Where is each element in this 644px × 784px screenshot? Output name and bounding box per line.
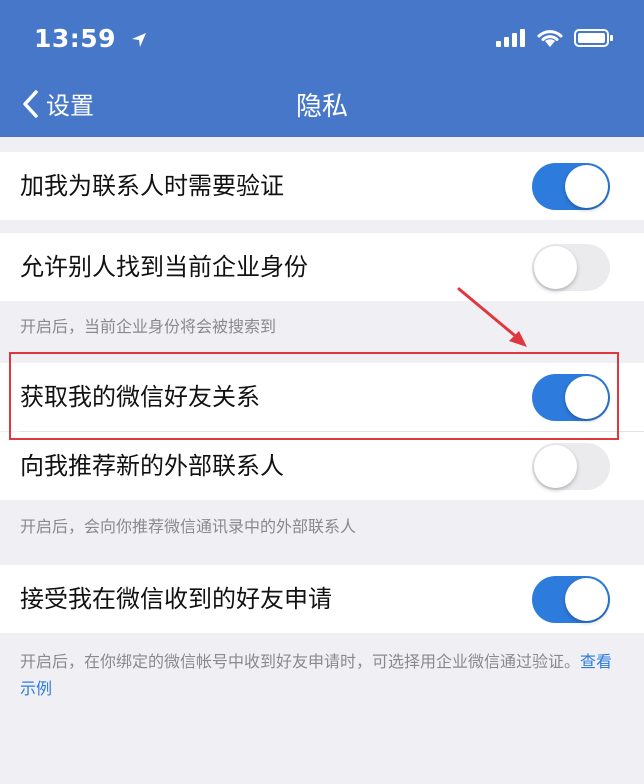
setting-label: 加我为联系人时需要验证	[20, 172, 284, 200]
setting-label: 允许别人找到当前企业身份	[20, 253, 308, 281]
status-time-text: 13:59	[34, 24, 117, 53]
toggle-knob	[565, 165, 608, 208]
setting-row-friend-requests: 接受我在微信收到的好友申请	[0, 565, 644, 633]
cellular-signal-icon	[496, 29, 525, 47]
recommend-contacts-toggle[interactable]	[532, 443, 610, 490]
setting-label: 接受我在微信收到的好友申请	[20, 585, 332, 613]
toggle-knob	[534, 246, 577, 289]
status-time: 13:59	[34, 24, 147, 53]
battery-icon	[574, 29, 613, 47]
red-arrow-icon	[457, 287, 527, 347]
friend-requests-toggle[interactable]	[532, 576, 610, 623]
location-arrow-icon	[132, 33, 147, 47]
status-icons	[496, 28, 614, 48]
setting-row-verify-contact: 加我为联系人时需要验证	[0, 152, 644, 220]
verify-contact-toggle[interactable]	[532, 163, 610, 210]
toggle-knob	[534, 445, 577, 488]
recommend-note: 开启后，会向你推荐微信通讯录中的外部联系人	[20, 517, 357, 536]
enterprise-identity-note: 开启后，当前企业身份将会被搜索到	[20, 317, 277, 336]
setting-label: 向我推荐新的外部联系人	[20, 452, 284, 480]
friend-request-note-text: 开启后，在你绑定的微信帐号中收到好友申请时，可选择用企业微信通过验证。	[20, 652, 581, 671]
find-enterprise-identity-toggle[interactable]	[532, 244, 610, 291]
friend-request-note: 开启后，在你绑定的微信帐号中收到好友申请时，可选择用企业微信通过验证。查看示例	[20, 648, 620, 702]
setting-row-find-enterprise-identity: 允许别人找到当前企业身份	[0, 233, 644, 301]
highlight-box	[9, 352, 619, 440]
wifi-icon	[537, 30, 563, 47]
top-bar: 13:59 设置 隐私	[0, 0, 644, 137]
setting-row-recommend-contacts: 向我推荐新的外部联系人	[0, 432, 644, 500]
toggle-knob	[565, 578, 608, 621]
page-title: 隐私	[295, 92, 348, 122]
